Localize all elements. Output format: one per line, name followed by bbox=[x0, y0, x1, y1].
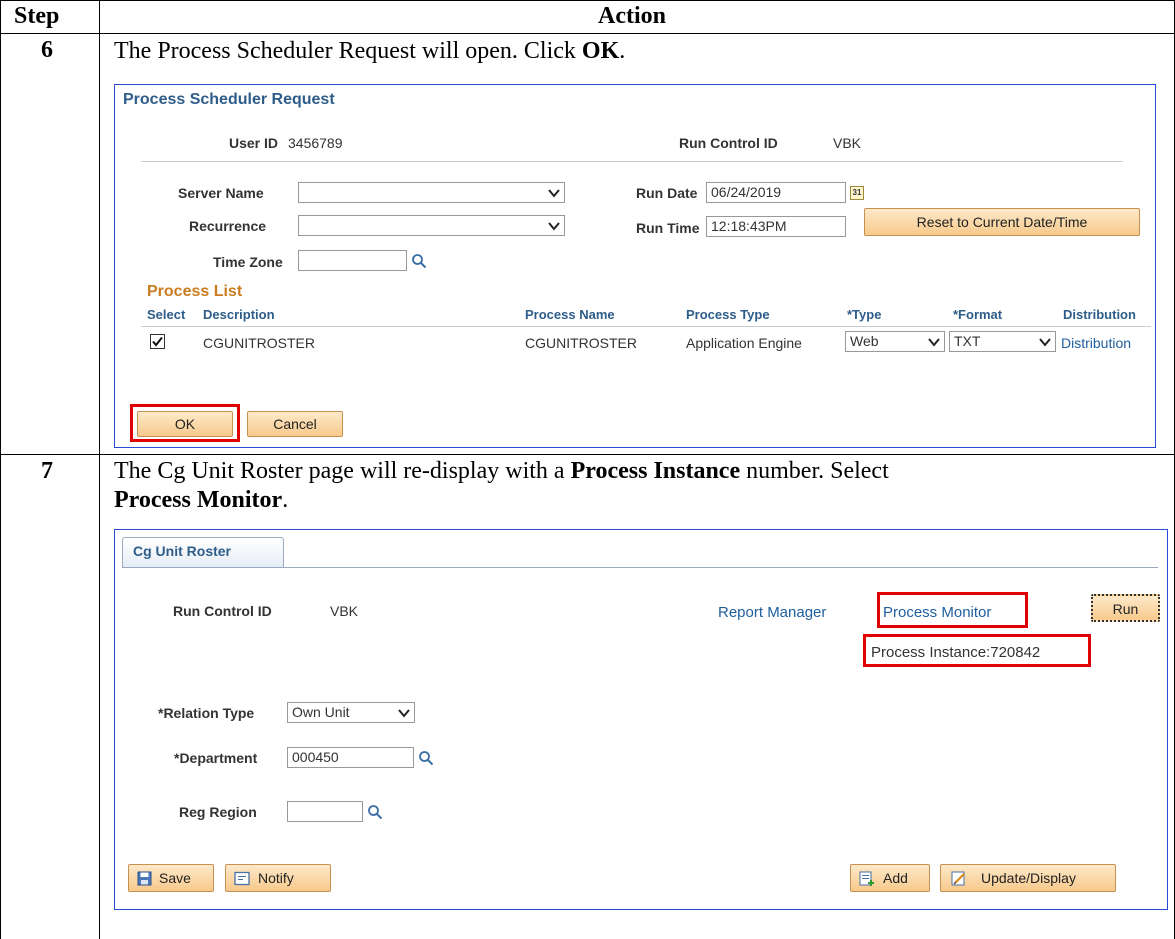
process-monitor-highlight bbox=[877, 592, 1028, 628]
step7-instruction-line2: Process Monitor. bbox=[114, 487, 289, 513]
recurrence-label: Recurrence bbox=[189, 218, 267, 234]
update-display-button[interactable]: Update/Display bbox=[940, 864, 1116, 892]
select-checkbox[interactable] bbox=[150, 334, 165, 349]
process-list-header-row: Select Description Process Name Process … bbox=[141, 305, 1151, 327]
user-id-value: 3456789 bbox=[288, 135, 343, 151]
report-manager-link[interactable]: Report Manager bbox=[718, 604, 826, 621]
run-time-input[interactable]: 12:18:43PM bbox=[706, 216, 846, 237]
tab-label: Cg Unit Roster bbox=[133, 543, 231, 559]
col-type: *Type bbox=[847, 307, 882, 322]
server-name-select[interactable] bbox=[298, 182, 565, 203]
time-zone-label: Time Zone bbox=[213, 254, 283, 270]
search-icon[interactable] bbox=[411, 253, 427, 269]
server-name-label: Server Name bbox=[178, 185, 264, 201]
process-scheduler-dialog: Process Scheduler Request User ID 345678… bbox=[114, 84, 1156, 448]
step-number-6: 6 bbox=[41, 37, 53, 63]
row-process-name: CGUNITROSTER bbox=[525, 335, 637, 351]
step7-instruction-line1: The Cg Unit Roster page will re-display … bbox=[114, 458, 889, 484]
ok-highlight bbox=[130, 404, 240, 442]
process-list-title: Process List bbox=[147, 283, 243, 300]
run-date-input[interactable]: 06/24/2019 bbox=[706, 182, 846, 203]
department-input[interactable]: 000450 bbox=[287, 747, 414, 768]
col-distribution: Distribution bbox=[1063, 307, 1136, 322]
notify-icon bbox=[234, 871, 250, 886]
tab-cg-unit-roster[interactable]: Cg Unit Roster bbox=[122, 537, 284, 567]
table-column-divider bbox=[99, 0, 100, 939]
save-icon bbox=[137, 871, 152, 886]
table-left-border bbox=[0, 0, 1, 939]
distribution-link[interactable]: Distribution bbox=[1061, 335, 1131, 351]
search-icon[interactable] bbox=[367, 804, 383, 820]
col-select: Select bbox=[147, 307, 186, 322]
col-description: Description bbox=[203, 307, 275, 322]
relation-type-label: *Relation Type bbox=[158, 705, 255, 721]
step6-instruction: The Process Scheduler Request will open.… bbox=[114, 38, 626, 64]
notify-button[interactable]: Notify bbox=[225, 864, 331, 892]
reg-region-label: Reg Region bbox=[179, 804, 257, 820]
chevron-down-icon bbox=[398, 709, 410, 718]
reset-date-time-button[interactable]: Reset to Current Date/Time bbox=[864, 208, 1140, 236]
run-date-label: Run Date bbox=[636, 185, 698, 201]
run-control-label: Run Control ID bbox=[173, 603, 272, 619]
run-control-label: Run Control ID bbox=[679, 135, 778, 151]
cg-unit-roster-page: Cg Unit Roster Run Control ID VBK Report… bbox=[114, 529, 1168, 910]
run-control-value: VBK bbox=[330, 603, 359, 619]
add-icon bbox=[859, 871, 874, 886]
type-select[interactable]: Web bbox=[845, 331, 945, 352]
table-row-divider bbox=[0, 454, 1175, 455]
tab-underline bbox=[122, 567, 1158, 568]
dialog-divider bbox=[141, 161, 1123, 162]
user-id-label: User ID bbox=[229, 135, 279, 151]
save-button[interactable]: Save bbox=[128, 864, 214, 892]
department-label: *Department bbox=[174, 750, 258, 766]
run-control-value: VBK bbox=[833, 135, 862, 151]
col-format: *Format bbox=[953, 307, 1003, 322]
table-top-border bbox=[0, 0, 1175, 1]
run-button[interactable]: Run bbox=[1091, 594, 1160, 622]
search-icon[interactable] bbox=[418, 750, 434, 766]
step-number-7: 7 bbox=[41, 458, 53, 484]
process-instance-highlight bbox=[863, 634, 1091, 667]
update-display-icon bbox=[951, 871, 965, 886]
col-process-name: Process Name bbox=[525, 307, 615, 322]
table-header-divider bbox=[0, 33, 1175, 34]
dialog-title: Process Scheduler Request bbox=[123, 91, 335, 108]
format-select[interactable]: TXT bbox=[949, 331, 1056, 352]
cancel-button[interactable]: Cancel bbox=[247, 411, 343, 437]
header-step: Step bbox=[14, 3, 60, 29]
header-action: Action bbox=[598, 3, 666, 29]
reg-region-input[interactable] bbox=[287, 801, 363, 822]
row-process-type: Application Engine bbox=[686, 335, 802, 351]
chevron-down-icon bbox=[928, 338, 940, 347]
chevron-down-icon bbox=[1039, 338, 1051, 347]
table-row: CGUNITROSTER CGUNITROSTER Application En… bbox=[141, 327, 1151, 359]
calendar-icon[interactable]: 31 bbox=[850, 186, 864, 200]
add-button[interactable]: Add bbox=[850, 864, 930, 892]
col-process-type: Process Type bbox=[686, 307, 770, 322]
chevron-down-icon bbox=[548, 222, 560, 231]
time-zone-input[interactable] bbox=[298, 250, 407, 271]
recurrence-select[interactable] bbox=[298, 215, 565, 236]
row-description: CGUNITROSTER bbox=[203, 335, 315, 351]
relation-type-select[interactable]: Own Unit bbox=[287, 702, 415, 723]
chevron-down-icon bbox=[548, 189, 560, 198]
run-time-label: Run Time bbox=[636, 220, 700, 236]
